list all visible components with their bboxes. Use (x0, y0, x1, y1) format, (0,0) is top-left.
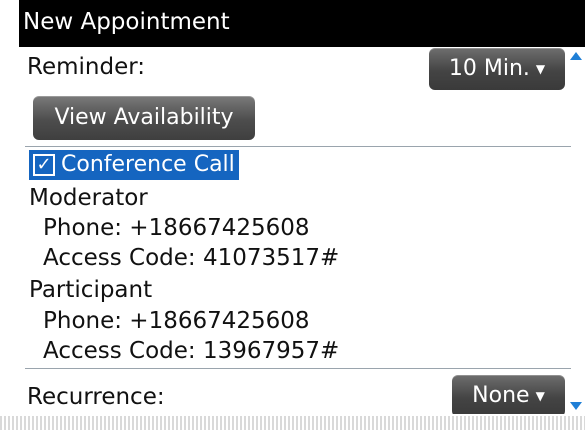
scroll-up-arrow-icon[interactable] (570, 52, 582, 60)
checkmark-icon: ✓ (33, 154, 55, 176)
reminder-label: Reminder: (27, 54, 146, 80)
chevron-down-icon: ▼ (535, 62, 546, 76)
participant-access-code: Access Code: 13967957# (43, 338, 340, 364)
appointment-screen: New Appointment Reminder: 10 Min. ▼ View … (19, 0, 585, 414)
reminder-dropdown[interactable]: 10 Min. ▼ (429, 48, 565, 90)
recurrence-dropdown[interactable]: None ▼ (452, 375, 565, 414)
window-title: New Appointment (19, 0, 585, 47)
participant-phone: Phone: +18667425608 (43, 308, 310, 334)
recurrence-label: Recurrence: (27, 384, 165, 410)
reminder-value: 10 Min. (448, 56, 530, 81)
participant-heading: Participant (29, 277, 153, 303)
conference-call-label: Conference Call (61, 152, 235, 177)
moderator-heading: Moderator (29, 185, 148, 211)
conference-call-checkbox[interactable]: ✓ Conference Call (29, 150, 239, 180)
moderator-phone: Phone: +18667425608 (43, 215, 310, 241)
scroll-down-arrow-icon[interactable] (570, 402, 582, 410)
chevron-down-icon: ▼ (535, 389, 545, 403)
moderator-access-code: Access Code: 41073517# (43, 245, 340, 271)
recurrence-value: None (472, 383, 530, 408)
separator (25, 368, 571, 369)
screen-border (0, 416, 585, 430)
view-availability-button[interactable]: View Availability (33, 96, 255, 140)
separator (25, 146, 571, 147)
